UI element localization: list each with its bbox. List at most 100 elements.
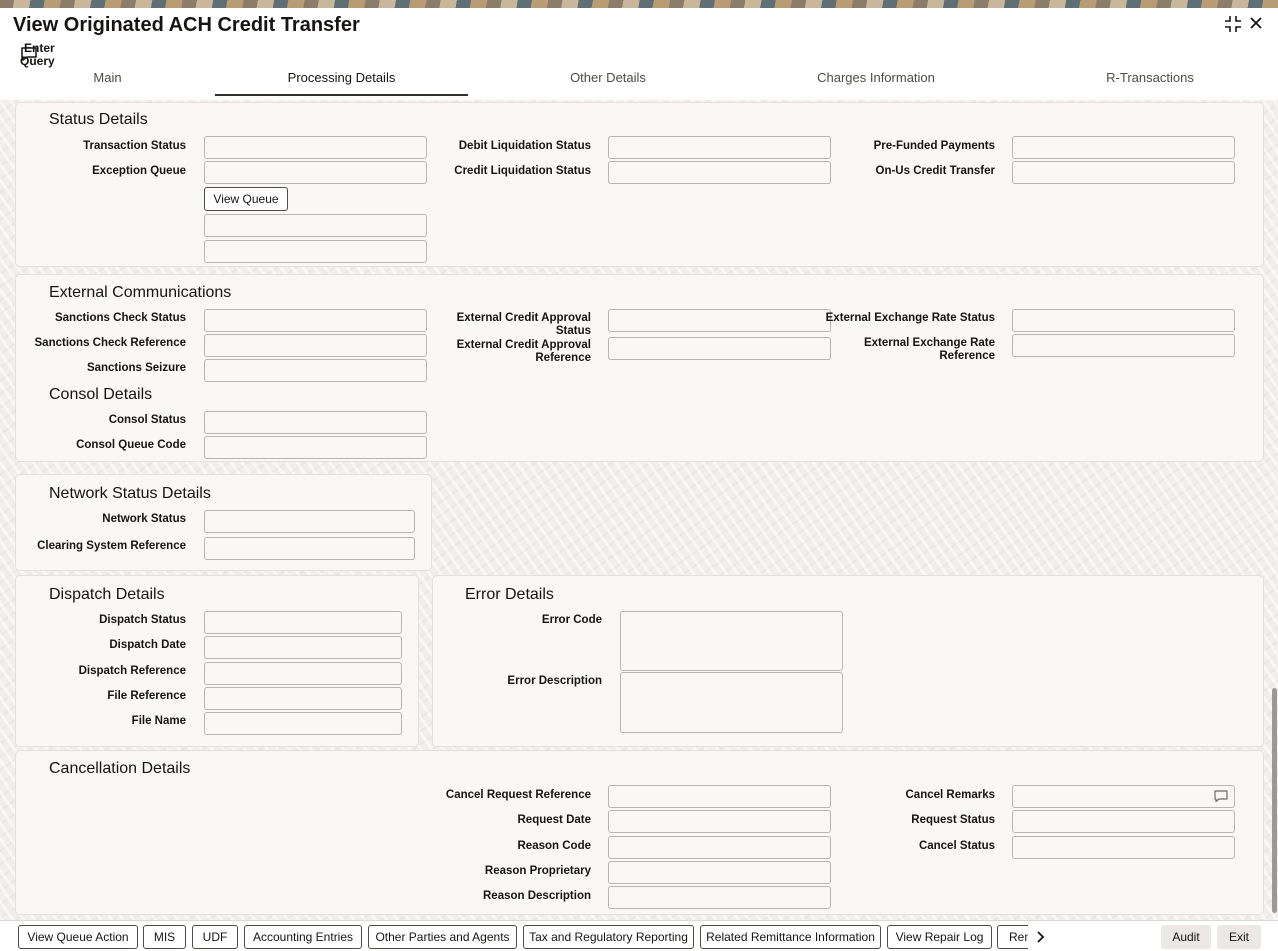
file-name-field[interactable]	[204, 712, 402, 735]
audit-button[interactable]: Audit	[1161, 925, 1211, 949]
external-exchange-rate-reference-label: External Exchange Rate Reference	[816, 337, 995, 363]
sanctions-seizure-field[interactable]	[204, 359, 427, 382]
reason-description-label: Reason Description	[483, 890, 591, 902]
vertical-scrollbar[interactable]	[1272, 688, 1277, 913]
reason-description-field[interactable]	[608, 886, 831, 909]
enter-query-button[interactable]: Enter Query	[20, 42, 55, 68]
exception-queue-field-2[interactable]	[204, 214, 427, 237]
tab-r-transactions[interactable]: R-Transactions	[1004, 68, 1278, 96]
error-code-field[interactable]	[620, 611, 843, 671]
consol-queue-code-field[interactable]	[204, 436, 427, 459]
exit-button[interactable]: Exit	[1217, 925, 1261, 949]
view-queue-button[interactable]: View Queue	[204, 187, 288, 211]
external-exchange-rate-status-label: External Exchange Rate Status	[825, 312, 995, 324]
error-details-title: Error Details	[465, 586, 554, 603]
status-details-panel: Status Details Transaction Status Except…	[15, 102, 1264, 267]
tab-other-details[interactable]: Other Details	[468, 68, 748, 96]
debit-liquidation-status-field[interactable]	[608, 136, 831, 159]
exception-queue-field[interactable]	[204, 161, 427, 184]
cancel-request-reference-field[interactable]	[608, 785, 831, 808]
tab-charges-information[interactable]: Charges Information	[748, 68, 1004, 96]
on-us-credit-transfer-label: On-Us Credit Transfer	[875, 165, 996, 177]
on-us-credit-transfer-field[interactable]	[1012, 161, 1235, 184]
dispatch-details-title: Dispatch Details	[49, 586, 165, 603]
pre-funded-payments-label: Pre-Funded Payments	[873, 140, 995, 152]
external-credit-approval-reference-label: External Credit Approval Reference	[416, 339, 591, 365]
dispatch-status-label: Dispatch Status	[99, 614, 186, 626]
reason-proprietary-field[interactable]	[608, 861, 831, 884]
bottom-toolbar: View Queue Action MIS UDF Accounting Ent…	[0, 920, 1278, 951]
other-parties-and-agents-button[interactable]: Other Parties and Agents	[368, 925, 517, 949]
sanctions-check-status-field[interactable]	[204, 309, 427, 332]
reason-proprietary-label: Reason Proprietary	[484, 865, 591, 877]
collapse-icon[interactable]	[1222, 15, 1244, 37]
window-title: View Originated ACH Credit Transfer	[13, 14, 360, 36]
mis-button[interactable]: MIS	[143, 925, 186, 949]
external-communications-panel: External Communications Sanctions Check …	[15, 274, 1264, 462]
external-credit-approval-status-label: External Credit Approval Status	[416, 312, 591, 338]
consol-queue-code-label: Consol Queue Code	[76, 439, 186, 451]
sanctions-seizure-label: Sanctions Seizure	[86, 362, 186, 374]
view-repair-log-button[interactable]: View Repair Log	[887, 925, 992, 949]
reason-code-label: Reason Code	[517, 840, 592, 852]
credit-liquidation-status-field[interactable]	[608, 161, 831, 184]
external-exchange-rate-reference-field[interactable]	[1012, 334, 1235, 357]
enter-query-label: Enter Query	[20, 41, 55, 68]
network-status-field[interactable]	[204, 510, 415, 533]
sanctions-check-reference-label: Sanctions Check Reference	[34, 337, 186, 349]
external-communications-title: External Communications	[49, 284, 232, 301]
view-queue-action-button[interactable]: View Queue Action	[18, 925, 138, 949]
external-exchange-rate-reference-line2: Reference	[939, 350, 995, 362]
dispatch-status-field[interactable]	[204, 611, 402, 634]
dispatch-reference-field[interactable]	[204, 662, 402, 685]
external-exchange-rate-reference-line1: External Exchange Rate	[863, 337, 995, 349]
banner-strip	[0, 0, 1278, 8]
reason-code-field[interactable]	[608, 836, 831, 859]
comment-icon[interactable]	[1214, 790, 1228, 806]
network-status-details-title: Network Status Details	[49, 485, 211, 502]
transaction-status-field[interactable]	[204, 136, 427, 159]
tab-bar: Main Processing Details Other Details Ch…	[0, 68, 1278, 96]
error-code-label: Error Code	[541, 614, 602, 626]
udf-button[interactable]: UDF	[192, 925, 238, 949]
request-status-label: Request Status	[911, 814, 995, 826]
clearing-system-reference-label: Clearing System Reference	[37, 540, 186, 552]
error-details-panel: Error Details Error Code Error Descripti…	[432, 575, 1264, 747]
cancellation-details-title: Cancellation Details	[49, 760, 191, 777]
chevron-right-icon[interactable]	[1030, 927, 1050, 947]
cancel-status-label: Cancel Status	[918, 840, 995, 852]
exception-queue-label: Exception Queue	[92, 165, 186, 177]
cancellation-details-panel: Cancellation Details Cancel Request Refe…	[15, 750, 1264, 915]
accounting-entries-button[interactable]: Accounting Entries	[244, 925, 362, 949]
clearing-system-reference-field[interactable]	[204, 537, 415, 560]
cancel-status-field[interactable]	[1012, 836, 1235, 859]
dispatch-details-panel: Dispatch Details Dispatch Status Dispatc…	[15, 575, 419, 747]
status-details-title: Status Details	[49, 111, 148, 128]
external-credit-approval-status-line2: Status	[555, 325, 591, 337]
external-credit-approval-status-field[interactable]	[608, 309, 831, 332]
debit-liquidation-status-label: Debit Liquidation Status	[458, 140, 591, 152]
credit-liquidation-status-label: Credit Liquidation Status	[454, 165, 591, 177]
request-status-field[interactable]	[1012, 810, 1235, 833]
cancel-remarks-label: Cancel Remarks	[905, 789, 996, 801]
network-status-details-panel: Network Status Details Network Status Cl…	[15, 474, 432, 571]
request-date-field[interactable]	[608, 810, 831, 833]
consol-status-field[interactable]	[204, 411, 427, 434]
external-exchange-rate-status-field[interactable]	[1012, 309, 1235, 332]
network-status-label: Network Status	[102, 513, 186, 525]
file-reference-field[interactable]	[204, 687, 402, 710]
file-name-label: File Name	[131, 715, 186, 727]
tax-and-regulatory-reporting-button[interactable]: Tax and Regulatory Reporting	[523, 925, 694, 949]
error-description-field[interactable]	[620, 672, 843, 733]
tab-processing-details[interactable]: Processing Details	[215, 68, 468, 96]
related-remittance-information-button[interactable]: Related Remittance Information	[700, 925, 881, 949]
cancel-remarks-field[interactable]	[1012, 785, 1235, 808]
sanctions-check-reference-field[interactable]	[204, 334, 427, 357]
tab-main[interactable]: Main	[0, 68, 215, 96]
exception-queue-field-3[interactable]	[204, 240, 427, 263]
remittance-button-partial[interactable]: Rem	[997, 925, 1028, 949]
close-icon[interactable]	[1245, 15, 1267, 37]
pre-funded-payments-field[interactable]	[1012, 136, 1235, 159]
external-credit-approval-reference-field[interactable]	[608, 337, 831, 360]
dispatch-date-field[interactable]	[204, 636, 402, 659]
